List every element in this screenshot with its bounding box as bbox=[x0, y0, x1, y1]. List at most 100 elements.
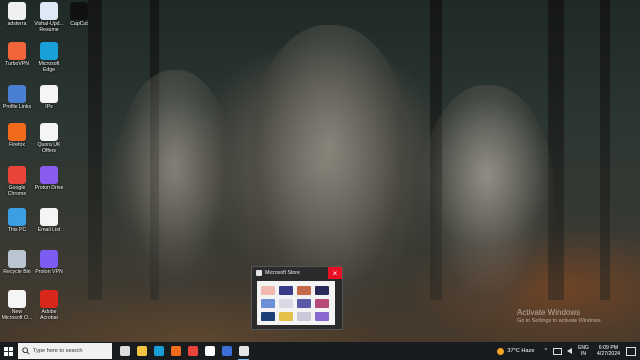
text-file-icon bbox=[40, 208, 58, 226]
taskbar-chrome-button[interactable] bbox=[184, 342, 201, 360]
wallpaper-wolf-left bbox=[115, 70, 235, 300]
weather-text[interactable]: 37°C Haze bbox=[507, 348, 534, 354]
preview-tile bbox=[279, 312, 293, 321]
taskbar-microsoft-store-button[interactable] bbox=[235, 342, 252, 360]
system-tray: 37°C Haze ^ ENG IN 6:09 PM 4/27/2024 bbox=[497, 342, 640, 360]
taskbar-thumbnail-preview[interactable]: Microsoft Store × bbox=[251, 266, 343, 330]
taskbar-firefox-button[interactable] bbox=[167, 342, 184, 360]
store-icon bbox=[256, 270, 262, 276]
capcut-icon bbox=[70, 2, 88, 20]
taskbar-file-explorer-button[interactable] bbox=[133, 342, 150, 360]
desktop-icon-label: New Microsoft O... bbox=[1, 309, 33, 321]
volume-icon[interactable] bbox=[567, 348, 573, 354]
taskbar: Type here to search 37°C Haze ^ ENG IN 6… bbox=[0, 342, 640, 360]
desktop-icon-label: Proton VPN bbox=[35, 269, 63, 275]
turbovpn-icon bbox=[8, 42, 26, 60]
watermark-subtitle: Go to Settings to activate Windows. bbox=[517, 318, 603, 324]
preview-tile bbox=[297, 312, 311, 321]
taskbar-edge-icon bbox=[153, 346, 164, 356]
taskbar-capcut-icon bbox=[204, 346, 215, 356]
chrome-icon bbox=[8, 166, 26, 184]
desktop-icon[interactable]: Firefox bbox=[0, 123, 34, 148]
office-doc-icon bbox=[8, 290, 26, 308]
preview-window-content bbox=[257, 281, 335, 325]
taskbar-edge-button[interactable] bbox=[150, 342, 167, 360]
preview-tile bbox=[279, 299, 293, 308]
desktop-icon[interactable]: New Microsoft O... bbox=[0, 290, 34, 321]
preview-tile bbox=[261, 299, 275, 308]
taskbar-app-blue-icon bbox=[221, 346, 232, 356]
desktop-icon[interactable]: This PC bbox=[0, 208, 34, 233]
preview-tile bbox=[279, 286, 293, 295]
protonvpn-icon bbox=[40, 250, 58, 268]
desktop-icon-label: Microsoft Edge bbox=[38, 61, 60, 73]
folder-icon bbox=[40, 166, 58, 184]
desktop-icon-label: TurboVPN bbox=[4, 61, 30, 67]
taskbar-microsoft-store-icon bbox=[238, 346, 249, 356]
preview-tile bbox=[315, 312, 329, 321]
taskbar-search-box[interactable]: Type here to search bbox=[18, 343, 112, 359]
taskbar-firefox-icon bbox=[170, 346, 181, 356]
desktop-icon[interactable]: IPs bbox=[32, 85, 66, 110]
activate-windows-watermark: Activate Windows Go to Settings to activ… bbox=[517, 308, 602, 324]
desktop-icon-label: Email List bbox=[37, 227, 61, 233]
desktop-icon-label: adsterra bbox=[7, 21, 27, 27]
clock[interactable]: 6:09 PM 4/27/2024 bbox=[597, 345, 620, 358]
start-button[interactable] bbox=[0, 342, 16, 360]
desktop-icon-label: Profile Links bbox=[2, 104, 32, 110]
taskbar-pinned-apps bbox=[116, 342, 252, 360]
preview-tile bbox=[261, 312, 275, 321]
taskbar-chrome-icon bbox=[187, 346, 198, 356]
desktop-icon[interactable]: Proton VPN bbox=[32, 250, 66, 275]
desktop-icon-label: Vishal-Upd... Resume bbox=[34, 21, 64, 33]
desktop-icon[interactable]: Proton Drive bbox=[32, 166, 66, 191]
text-file-icon bbox=[40, 85, 58, 103]
preview-title: Microsoft Store bbox=[265, 270, 300, 276]
desktop-icon[interactable]: Microsoft Edge bbox=[32, 42, 66, 73]
desktop-icon-label: Proton Drive bbox=[34, 185, 64, 191]
desktop-icon-label: Adobe Acrobat bbox=[40, 309, 58, 321]
desktop-icon[interactable]: TurboVPN bbox=[0, 42, 34, 67]
computer-icon bbox=[8, 208, 26, 226]
wallpaper-wolf-right bbox=[420, 85, 555, 320]
windows-logo-icon bbox=[3, 346, 13, 356]
background-tree bbox=[600, 0, 610, 300]
desktop-icon-label: CapCut bbox=[70, 21, 88, 27]
preview-tile bbox=[315, 299, 329, 308]
taskbar-capcut-button[interactable] bbox=[201, 342, 218, 360]
desktop-icon[interactable]: Google Chrome bbox=[0, 166, 34, 197]
shortcut-icon bbox=[8, 85, 26, 103]
desktop-icon-label: Recycle Bin bbox=[3, 269, 31, 275]
notification-center-button[interactable] bbox=[626, 346, 636, 356]
show-hidden-icons-button[interactable]: ^ bbox=[544, 348, 547, 354]
desktop-icon[interactable]: CapCut bbox=[62, 2, 96, 27]
preview-tile bbox=[297, 286, 311, 295]
preview-tile bbox=[297, 299, 311, 308]
desktop-icon[interactable]: Recycle Bin bbox=[0, 250, 34, 275]
desktop-icon[interactable]: Profile Links bbox=[0, 85, 34, 110]
weather-icon[interactable] bbox=[497, 347, 505, 355]
recycle-bin-icon bbox=[8, 250, 26, 268]
desktop-icon[interactable]: Email List bbox=[32, 208, 66, 233]
desktop-icon-label: This PC bbox=[7, 227, 27, 233]
preview-close-button[interactable]: × bbox=[328, 267, 342, 279]
desktop: adsterra Vishal-Upd... Resume CapCut TurboV… bbox=[0, 0, 640, 342]
network-icon[interactable] bbox=[553, 347, 563, 355]
desktop-icon[interactable]: adsterra bbox=[0, 2, 34, 27]
search-icon bbox=[22, 347, 30, 355]
background-tree bbox=[88, 0, 102, 300]
text-file-icon bbox=[40, 123, 58, 141]
taskbar-app-blue-button[interactable] bbox=[218, 342, 235, 360]
close-icon: × bbox=[332, 268, 338, 278]
desktop-icon-label: Firefox bbox=[9, 142, 25, 148]
desktop-icon[interactable]: Vishal-Upd... Resume bbox=[32, 2, 66, 33]
desktop-icon[interactable]: Quora UK Offers bbox=[32, 123, 66, 154]
watermark-title: Activate Windows bbox=[517, 308, 581, 317]
clock-date: 4/27/2024 bbox=[596, 351, 620, 357]
desktop-icon[interactable]: Adobe Acrobat bbox=[32, 290, 66, 321]
taskbar-file-explorer-icon bbox=[136, 346, 147, 356]
edge-icon bbox=[40, 42, 58, 60]
taskbar-task-view-button[interactable] bbox=[116, 342, 133, 360]
language-indicator[interactable]: ENG IN bbox=[578, 345, 589, 357]
firefox-icon bbox=[8, 123, 26, 141]
